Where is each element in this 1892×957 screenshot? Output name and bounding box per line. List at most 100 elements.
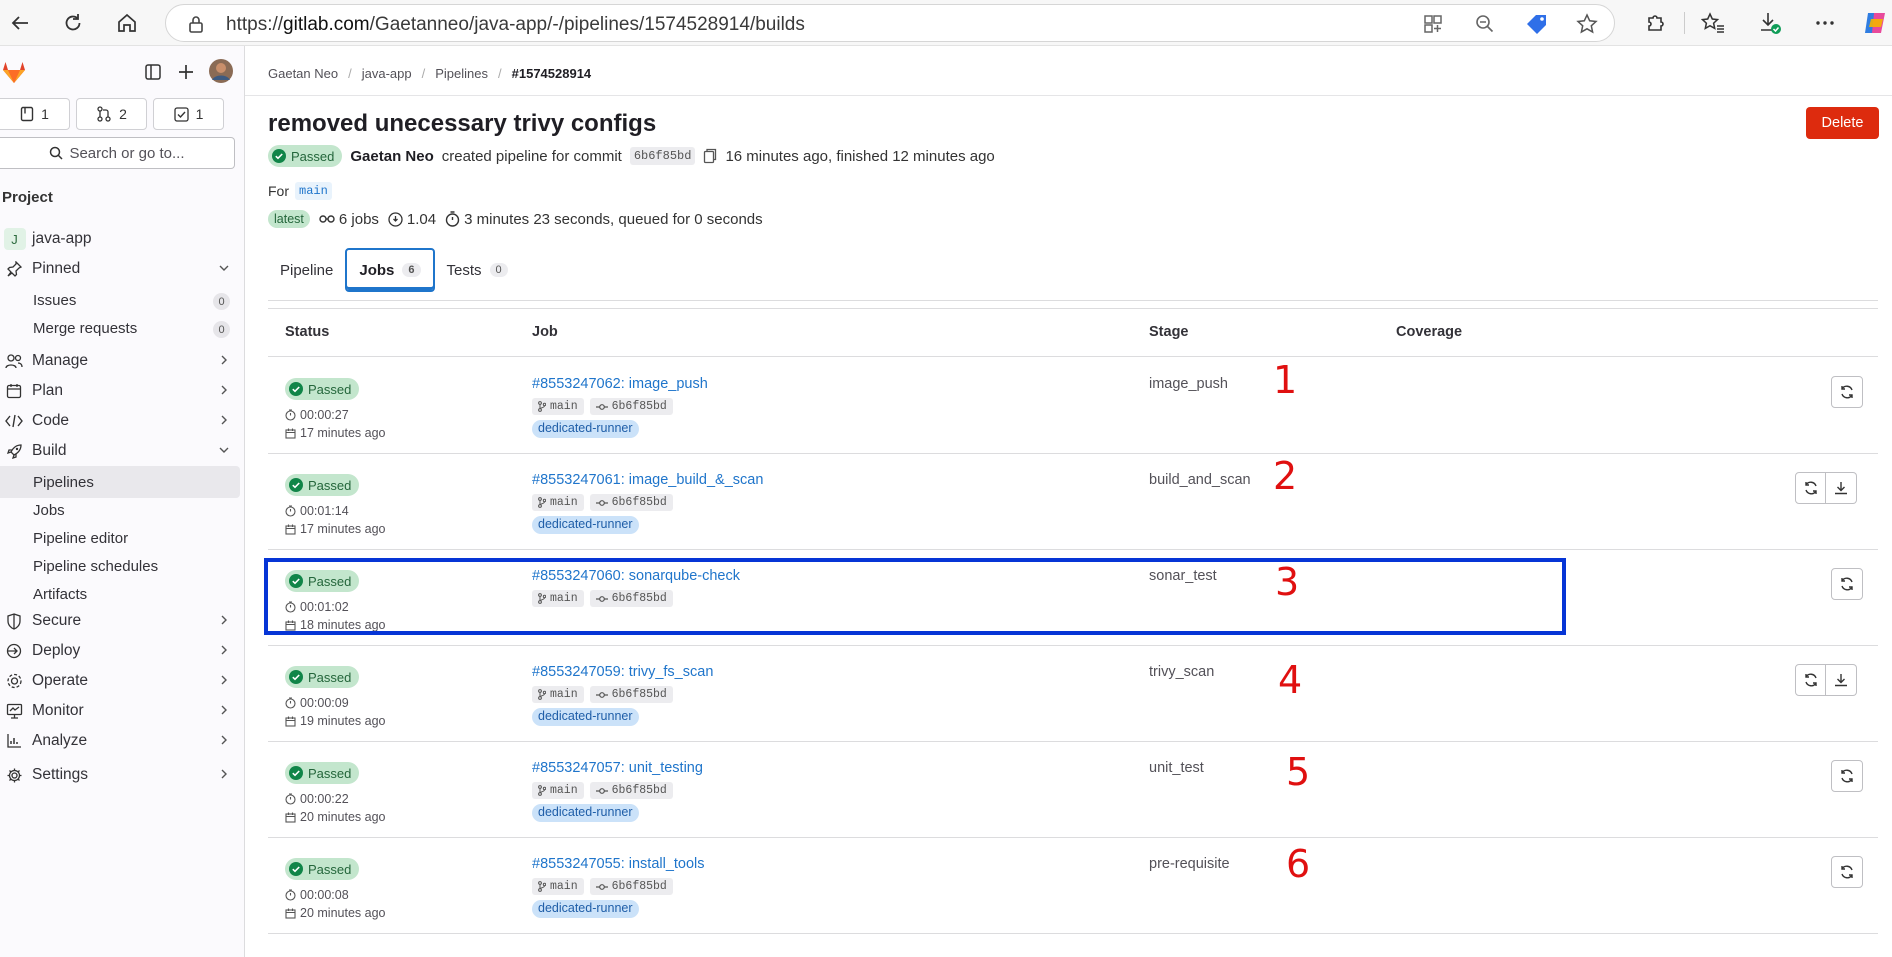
status-badge[interactable]: Passed — [285, 762, 360, 784]
branch-tag[interactable]: main — [532, 494, 584, 511]
zoom-out-icon[interactable] — [1475, 14, 1495, 34]
address-bar[interactable]: https://gitlab.com/Gaetanneo/java-app/-/… — [165, 4, 1615, 42]
sidebar-item-merge-requests[interactable]: Merge requests 0 — [0, 312, 240, 344]
sidebar-item-monitor[interactable]: Monitor — [0, 694, 240, 728]
sidebar-item-build[interactable]: Build — [0, 434, 240, 468]
sidebar-item-code[interactable]: Code — [0, 404, 240, 438]
status-badge[interactable]: Passed — [285, 666, 360, 688]
commit-tag[interactable]: 6b6f85bd — [589, 782, 673, 799]
delete-button[interactable]: Delete — [1806, 107, 1879, 139]
sidebar-item-settings[interactable]: Settings — [0, 758, 240, 792]
avatar[interactable] — [208, 58, 234, 84]
job-link[interactable]: #8553247057: unit_testing — [532, 760, 703, 776]
tab-tests[interactable]: Tests 0 — [435, 248, 520, 292]
sidebar-item-manage[interactable]: Manage — [0, 344, 240, 378]
sidebar-item-label: Analyze — [32, 732, 88, 749]
branch-tag[interactable]: main — [532, 686, 584, 703]
commit-tag[interactable]: 6b6f85bd — [589, 878, 673, 895]
sidebar-item-plan[interactable]: Plan — [0, 374, 240, 408]
todos-button[interactable]: 1 — [153, 98, 224, 130]
tab-jobs[interactable]: Jobs 6 — [345, 248, 435, 292]
breadcrumb-user[interactable]: Gaetan Neo — [268, 66, 338, 81]
sidebar-item-secure[interactable]: Secure — [0, 604, 240, 638]
coupon-tag-icon[interactable] — [1525, 13, 1549, 35]
chevron-right-icon — [221, 675, 227, 685]
status-badge[interactable]: Passed — [285, 378, 360, 400]
job-link[interactable]: #8553247059: trivy_fs_scan — [532, 664, 713, 680]
calendar-icon — [285, 524, 296, 535]
retry-button[interactable] — [1795, 472, 1826, 504]
search-button[interactable]: Search or go to... — [0, 137, 235, 169]
sidebar-item-label: Code — [32, 412, 70, 429]
branch-tag[interactable]: main — [532, 398, 584, 415]
chevron-right-icon — [221, 415, 227, 425]
version-text: 1.04 — [406, 210, 437, 228]
retry-button[interactable] — [1831, 760, 1863, 792]
sidebar-item-operate[interactable]: Operate — [0, 664, 240, 698]
sidebar-item-label: Build — [32, 442, 67, 459]
merge-requests-button[interactable]: 2 — [76, 98, 147, 130]
reload-icon[interactable] — [58, 8, 88, 38]
lock-icon[interactable] — [188, 15, 204, 33]
tab-pipeline[interactable]: Pipeline — [268, 248, 345, 292]
breadcrumb-project[interactable]: java-app — [362, 66, 412, 81]
status-label: Passed — [308, 381, 352, 397]
gitlab-logo-icon[interactable] — [0, 58, 28, 86]
annotation-number: 5 — [1286, 750, 1311, 794]
retry-button[interactable] — [1831, 568, 1863, 600]
extensions-icon[interactable] — [1640, 8, 1670, 38]
commit-tag[interactable]: 6b6f85bd — [589, 398, 673, 415]
favorite-star-icon[interactable] — [1576, 13, 1598, 35]
breadcrumb-separator: / — [498, 66, 502, 81]
commit-sha[interactable]: 6b6f85bd — [629, 147, 696, 165]
jobs-count-text: 6 jobs — [338, 210, 379, 228]
sidebar-item-project[interactable]: J java-app — [0, 222, 240, 256]
sidebar-item-analyze[interactable]: Analyze — [0, 724, 240, 758]
job-actions — [1795, 472, 1857, 504]
merge-requests-count: 2 — [119, 106, 127, 122]
annotation-number: 4 — [1278, 658, 1303, 702]
retry-button[interactable] — [1795, 664, 1826, 696]
assigned-issues-button[interactable]: 1 — [0, 98, 70, 130]
download-artifacts-button[interactable] — [1826, 472, 1857, 504]
branch-link[interactable]: main — [295, 182, 332, 200]
downloads-icon[interactable] — [1755, 8, 1785, 38]
sidebar-toggle-icon[interactable] — [144, 63, 162, 81]
retry-button[interactable] — [1831, 856, 1863, 888]
chart-icon — [0, 733, 28, 749]
jobs-table-header: Status Job Stage Coverage — [268, 309, 1878, 357]
breadcrumb-pipelines[interactable]: Pipelines — [435, 66, 488, 81]
job-duration: 00:00:22 — [285, 792, 349, 806]
branch-tag[interactable]: main — [532, 782, 584, 799]
tab-count: 6 — [402, 263, 421, 277]
job-link[interactable]: #8553247061: image_build_&_scan — [532, 472, 763, 488]
rocket-icon — [0, 443, 28, 460]
home-icon[interactable] — [112, 8, 142, 38]
commit-tag[interactable]: 6b6f85bd — [589, 686, 673, 703]
check-circle-icon — [289, 670, 303, 684]
status-badge[interactable]: Passed — [268, 145, 343, 167]
commit-tag[interactable]: 6b6f85bd — [589, 494, 673, 511]
tab-label: Jobs — [359, 261, 395, 279]
pipeline-author[interactable]: Gaetan Neo — [350, 148, 433, 165]
retry-button[interactable] — [1831, 376, 1863, 408]
status-label: Passed — [291, 148, 335, 164]
job-link[interactable]: #8553247055: install_tools — [532, 856, 705, 872]
favorites-icon[interactable] — [1698, 8, 1728, 38]
sidebar-item-deploy[interactable]: Deploy — [0, 634, 240, 668]
sidebar-item-pinned[interactable]: Pinned — [0, 252, 240, 286]
commit-icon — [595, 403, 608, 410]
commit-icon — [595, 883, 608, 890]
branch-tag[interactable]: main — [532, 878, 584, 895]
status-badge[interactable]: Passed — [285, 474, 360, 496]
copilot-icon[interactable] — [1860, 8, 1890, 38]
app-available-icon[interactable] — [1423, 14, 1443, 34]
download-artifacts-button[interactable] — [1826, 664, 1857, 696]
job-link[interactable]: #8553247062: image_push — [532, 376, 708, 392]
create-new-icon[interactable] — [177, 63, 195, 81]
copy-icon[interactable] — [703, 148, 717, 164]
more-menu-icon[interactable] — [1810, 8, 1840, 38]
breadcrumb-current[interactable]: #1574528914 — [512, 66, 592, 81]
back-icon[interactable] — [5, 8, 35, 38]
status-badge[interactable]: Passed — [285, 858, 360, 880]
